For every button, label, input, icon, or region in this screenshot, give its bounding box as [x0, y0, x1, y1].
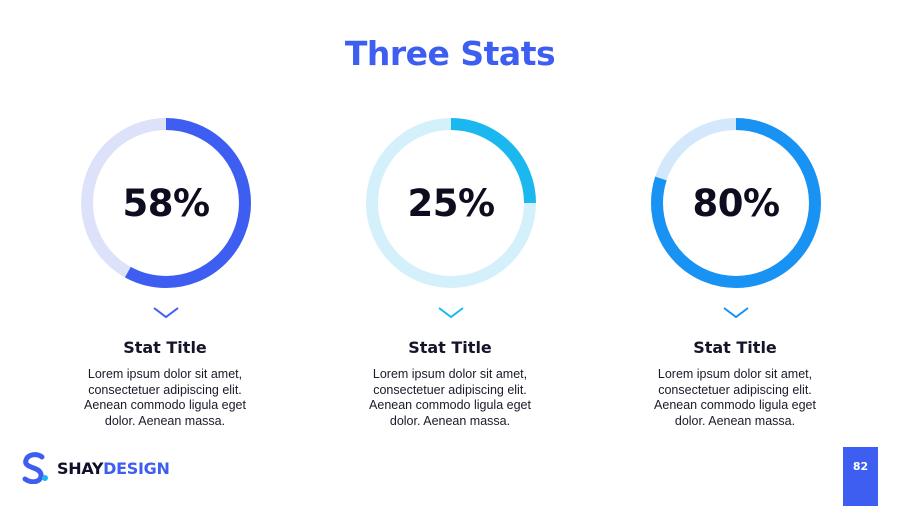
desc-line: dolor. Aenean massa.	[389, 413, 511, 428]
stat-title: Stat Title	[408, 338, 492, 357]
logo-mark-icon	[22, 452, 48, 484]
logo-text: SHAYDESIGN	[57, 459, 170, 478]
desc-line: Lorem ipsum dolor sit amet,	[87, 367, 243, 381]
page-number-badge: 82	[843, 447, 878, 506]
page-title: Three Stats	[344, 34, 556, 73]
desc-line: Lorem ipsum dolor sit amet,	[657, 367, 813, 381]
stat-title: Stat Title	[693, 338, 777, 357]
stat-title: Stat Title	[123, 338, 207, 357]
stat-description: Lorem ipsum dolor sit amet, consectetuer…	[330, 367, 570, 429]
brand-logo: SHAYDESIGN	[20, 452, 170, 484]
desc-line: dolor. Aenean massa.	[104, 413, 226, 428]
stat-value: 80%	[692, 181, 780, 225]
desc-line: consectetuer adipiscing elit.	[88, 382, 242, 397]
desc-line: Aenean commodo ligula eget	[84, 398, 246, 412]
desc-line: Aenean commodo ligula eget	[369, 398, 531, 412]
desc-line: Lorem ipsum dolor sit amet,	[372, 367, 528, 381]
desc-line: Aenean commodo ligula eget	[654, 398, 816, 412]
stat-description: Lorem ipsum dolor sit amet, consectetuer…	[45, 367, 285, 429]
desc-line: consectetuer adipiscing elit.	[373, 382, 527, 397]
desc-line: consectetuer adipiscing elit.	[658, 382, 812, 397]
stat-card: 25% Stat Title Lorem ipsum dolor sit ame…	[330, 116, 570, 436]
chevron-down-icon	[153, 307, 179, 319]
logo-text-part2: DESIGN	[103, 458, 170, 478]
desc-line: dolor. Aenean massa.	[674, 413, 796, 428]
logo-text-part1: SHAY	[57, 458, 104, 478]
stat-card: 80% Stat Title Lorem ipsum dolor sit ame…	[615, 116, 855, 436]
chevron-down-icon	[723, 307, 749, 319]
chevron-down-icon	[438, 307, 464, 319]
stat-value: 58%	[122, 181, 210, 225]
stat-description: Lorem ipsum dolor sit amet, consectetuer…	[615, 367, 855, 429]
stat-card: 58% Stat Title Lorem ipsum dolor sit ame…	[45, 116, 285, 436]
stat-value: 25%	[407, 181, 495, 225]
